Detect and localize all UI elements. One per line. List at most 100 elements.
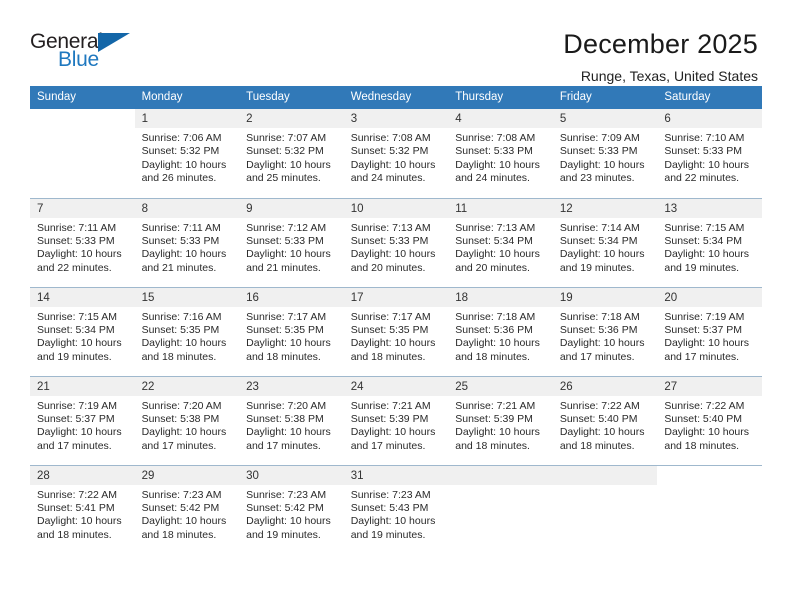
daylight-duration-line1: Daylight: 10 hours [141,248,227,261]
sunrise-time: Sunrise: 7:17 AM [246,310,327,323]
calendar-day-cell[interactable]: 5 Sunrise: 7:09 AM Sunset: 5:33 PM Daylight… [552,109,658,198]
daylight-duration-line1: Daylight: 10 hours [350,158,436,171]
calendar-empty-cell [552,464,658,554]
calendar-day-cell[interactable]: 23 Sunrise: 7:20 AM Sunset: 5:38 PM Dayligh… [239,375,344,465]
sunrise-time: Sunrise: 7:22 AM [664,399,745,412]
day-number: 27 [657,376,762,396]
daylight-duration-line2: and 17 minutes. [37,439,112,452]
daylight-duration-line2: and 22 minutes. [664,172,740,185]
calendar-day-cell[interactable]: 16 Sunrise: 7:17 AM Sunset: 5:35 PM Dayligh… [239,286,344,376]
sunset-time: Sunset: 5:35 PM [141,323,220,336]
calendar-day-cell[interactable]: 11 Sunrise: 7:13 AM Sunset: 5:34 PM Dayligh… [448,197,553,287]
sunset-time: Sunset: 5:38 PM [246,412,324,425]
calendar-day-cell[interactable]: 31 Sunrise: 7:23 AM Sunset: 5:43 PM Dayligh… [343,464,449,554]
calendar-day-cell[interactable]: 6 Sunrise: 7:10 AM Sunset: 5:33 PM Daylight… [657,109,762,198]
day-details: Sunrise: 7:20 AM Sunset: 5:38 PM Daylight:… [239,396,344,454]
daylight-duration-line1: Daylight: 10 hours [141,426,227,439]
day-number: 30 [239,465,344,485]
calendar-day-cell[interactable]: 18 Sunrise: 7:18 AM Sunset: 5:36 PM Dayligh… [448,286,553,376]
day-details: Sunrise: 7:08 AM Sunset: 5:32 PM Daylight:… [344,128,449,186]
calendar-header-row: Sunday Monday Tuesday Wednesday Thursday… [30,86,762,109]
sunrise-time: Sunrise: 7:22 AM [37,488,117,501]
daylight-duration-line1: Daylight: 10 hours [350,426,436,439]
sunrise-time: Sunrise: 7:08 AM [455,132,536,144]
day-details: Sunrise: 7:16 AM Sunset: 5:35 PM Daylight:… [135,307,240,365]
day-details: Sunrise: 7:18 AM Sunset: 5:36 PM Daylight:… [448,307,553,365]
daylight-duration-line2: and 17 minutes. [141,439,217,452]
sunset-time: Sunset: 5:33 PM [559,145,638,158]
calendar-day-cell[interactable]: 24 Sunrise: 7:21 AM Sunset: 5:39 PM Dayligh… [343,375,449,465]
daylight-duration-line1: Daylight: 10 hours [37,248,122,261]
calendar-day-cell[interactable]: 3 Sunrise: 7:08 AM Sunset: 5:32 PM Daylight… [343,109,449,198]
calendar-table: Sunday Monday Tuesday Wednesday Thursday… [30,86,762,554]
calendar-empty-cell [30,109,135,198]
daylight-duration-line2: and 23 minutes. [559,172,635,185]
day-number: 19 [552,287,658,307]
day-details: Sunrise: 7:06 AM Sunset: 5:32 PM Daylight:… [135,128,240,186]
sunset-time: Sunset: 5:32 PM [246,145,324,158]
daylight-duration-line1: Daylight: 10 hours [37,337,122,350]
sunrise-time: Sunrise: 7:19 AM [37,399,117,412]
day-number: 3 [343,109,449,128]
sunset-time: Sunset: 5:33 PM [664,145,743,158]
calendar-day-cell[interactable]: 15 Sunrise: 7:16 AM Sunset: 5:35 PM Dayligh… [134,286,240,376]
calendar-day-cell[interactable]: 21 Sunrise: 7:19 AM Sunset: 5:37 PM Dayligh… [30,375,135,465]
daylight-duration-line2: and 18 minutes. [455,439,530,452]
sunrise-time: Sunrise: 7:21 AM [455,399,536,412]
calendar-day-cell[interactable]: 9 Sunrise: 7:12 AM Sunset: 5:33 PM Daylight… [239,197,344,287]
sunset-time: Sunset: 5:34 PM [455,234,533,247]
day-details: Sunrise: 7:18 AM Sunset: 5:36 PM Daylight:… [553,307,658,365]
daylight-duration-line1: Daylight: 10 hours [455,426,540,439]
daylight-duration-line1: Daylight: 10 hours [559,158,645,171]
day-number [552,465,658,485]
calendar-day-cell[interactable]: 22 Sunrise: 7:20 AM Sunset: 5:38 PM Dayligh… [134,375,240,465]
calendar-day-cell[interactable]: 12 Sunrise: 7:14 AM Sunset: 5:34 PM Dayligh… [552,197,658,287]
calendar-day-cell[interactable]: 29 Sunrise: 7:23 AM Sunset: 5:42 PM Dayligh… [134,464,240,554]
calendar-body: 1 Sunrise: 7:06 AM Sunset: 5:32 PM Daylight… [30,109,762,554]
calendar-day-cell[interactable]: 14 Sunrise: 7:15 AM Sunset: 5:34 PM Dayligh… [30,286,135,376]
daylight-duration-line1: Daylight: 10 hours [141,515,227,528]
day-details: Sunrise: 7:10 AM Sunset: 5:33 PM Daylight:… [657,128,762,186]
calendar-day-cell[interactable]: 30 Sunrise: 7:23 AM Sunset: 5:42 PM Dayligh… [239,464,344,554]
sunrise-time: Sunrise: 7:22 AM [559,399,640,412]
calendar-day-cell[interactable]: 4 Sunrise: 7:08 AM Sunset: 5:33 PM Daylight… [448,109,553,198]
day-number: 29 [134,465,240,485]
daylight-duration-line2: and 17 minutes. [664,350,740,363]
sunset-time: Sunset: 5:33 PM [37,234,115,247]
day-number: 22 [134,376,240,396]
daylight-duration-line1: Daylight: 10 hours [246,158,331,171]
calendar-day-cell[interactable]: 19 Sunrise: 7:18 AM Sunset: 5:36 PM Dayligh… [552,286,658,376]
day-details: Sunrise: 7:11 AM Sunset: 5:33 PM Daylight:… [30,218,135,276]
calendar-day-cell[interactable]: 17 Sunrise: 7:17 AM Sunset: 5:35 PM Dayligh… [343,286,449,376]
sunset-time: Sunset: 5:34 PM [664,234,743,247]
sunrise-time: Sunrise: 7:21 AM [350,399,431,412]
daylight-duration-line2: and 21 minutes. [141,261,217,274]
sunset-time: Sunset: 5:43 PM [350,501,429,514]
day-number: 16 [239,287,344,307]
day-details: Sunrise: 7:21 AM Sunset: 5:39 PM Daylight:… [448,396,553,454]
sunset-time: Sunset: 5:40 PM [559,412,638,425]
sunset-time: Sunset: 5:33 PM [246,234,324,247]
sunset-time: Sunset: 5:37 PM [37,412,115,425]
day-details: Sunrise: 7:09 AM Sunset: 5:33 PM Daylight:… [553,128,658,186]
sunrise-time: Sunrise: 7:23 AM [246,488,327,501]
sunrise-time: Sunrise: 7:18 AM [455,310,536,323]
sunset-time: Sunset: 5:34 PM [37,323,115,336]
daylight-duration-line2: and 19 minutes. [664,261,740,274]
calendar-day-cell[interactable]: 13 Sunrise: 7:15 AM Sunset: 5:34 PM Dayligh… [657,197,762,287]
calendar-day-cell[interactable]: 25 Sunrise: 7:21 AM Sunset: 5:39 PM Dayligh… [448,375,553,465]
daylight-duration-line1: Daylight: 10 hours [664,158,750,171]
calendar-day-cell[interactable]: 10 Sunrise: 7:13 AM Sunset: 5:33 PM Dayligh… [343,197,449,287]
general-blue-logo[interactable]: General Blue [30,28,134,76]
calendar-day-cell[interactable]: 1 Sunrise: 7:06 AM Sunset: 5:32 PM Daylight… [134,109,240,198]
calendar-day-cell[interactable]: 2 Sunrise: 7:07 AM Sunset: 5:32 PM Daylight… [239,109,344,198]
calendar-week-row: 21 Sunrise: 7:19 AM Sunset: 5:37 PM Dayligh… [30,375,762,465]
calendar-day-cell[interactable]: 28 Sunrise: 7:22 AM Sunset: 5:41 PM Dayligh… [30,464,135,554]
calendar-day-cell[interactable]: 26 Sunrise: 7:22 AM Sunset: 5:40 PM Dayligh… [552,375,658,465]
calendar-day-cell[interactable]: 7 Sunrise: 7:11 AM Sunset: 5:33 PM Daylight… [30,197,135,287]
day-number: 4 [448,109,553,128]
calendar-day-cell[interactable]: 27 Sunrise: 7:22 AM Sunset: 5:40 PM Dayligh… [657,375,762,465]
calendar-day-cell[interactable]: 8 Sunrise: 7:11 AM Sunset: 5:33 PM Daylight… [134,197,240,287]
sunrise-time: Sunrise: 7:12 AM [246,221,327,234]
calendar-day-cell[interactable]: 20 Sunrise: 7:19 AM Sunset: 5:37 PM Dayligh… [657,286,762,376]
